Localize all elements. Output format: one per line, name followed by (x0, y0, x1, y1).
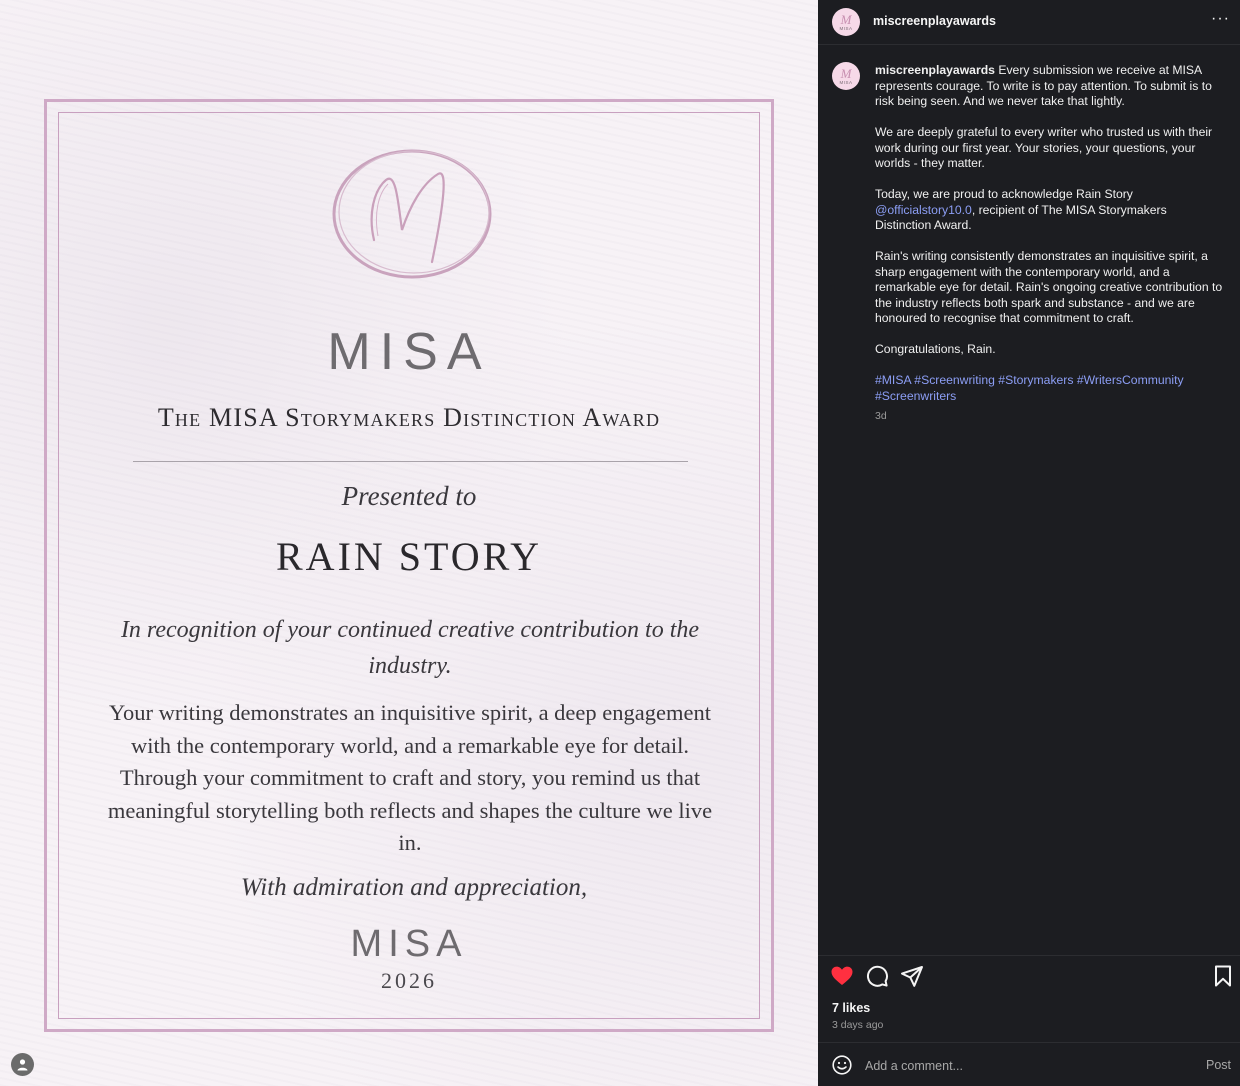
caption-timestamp: 3d (875, 410, 887, 422)
misa-logo-icon (332, 149, 492, 279)
avatar-label: MISA (839, 25, 853, 31)
comment-input[interactable] (865, 1056, 1185, 1076)
recipient-name: RAIN STORY (276, 534, 542, 579)
caption-paragraph: Congratulations, Rain. (875, 342, 996, 356)
caption-username[interactable]: miscreenplayawards (875, 63, 995, 77)
post-sidebar: M MISA miscreenplayawards ··· M MISA mis… (818, 0, 1240, 1086)
like-heart-icon[interactable] (830, 964, 854, 988)
user-icon (17, 1059, 28, 1071)
caption-paragraph: We are deeply grateful to every writer w… (875, 125, 1213, 170)
caption-avatar[interactable]: M MISA (832, 62, 860, 90)
comment-divider (818, 1042, 1240, 1043)
avatar-logo-icon: M (840, 11, 852, 27)
certificate-body: Your writing demonstrates an inquisitive… (107, 700, 713, 855)
comment-icon[interactable] (865, 964, 889, 988)
logo-wordmark: MISA (327, 323, 491, 381)
signature-wordmark: MISA (350, 923, 468, 965)
certificate-year: 2026 (381, 968, 437, 993)
caption-paragraph: Today, we are proud to acknowledge Rain … (875, 187, 1133, 201)
caption-paragraph: Rain's writing consistently demonstrates… (875, 249, 1223, 325)
title-divider (133, 461, 688, 462)
presented-to-label: Presented to (341, 481, 477, 511)
likes-count[interactable]: 7 likes (832, 1001, 870, 1015)
header-divider (818, 44, 1240, 45)
recognition-text: In recognition of your continued creativ… (120, 617, 700, 679)
mention-link[interactable]: @officialstory10.0 (875, 203, 972, 217)
actions-divider (818, 955, 1240, 956)
post-caption: miscreenplayawards Every submission we r… (875, 63, 1225, 420)
avatar-label: MISA (839, 79, 853, 85)
header-avatar[interactable]: M MISA (832, 8, 860, 36)
emoji-icon[interactable] (832, 1055, 852, 1075)
bookmark-icon[interactable] (1211, 964, 1235, 988)
post-comment-button[interactable]: Post (1206, 1058, 1231, 1072)
closing-line: With admiration and appreciation, (240, 874, 588, 901)
award-title: The MISA Storymakers Distinction Award (157, 403, 661, 432)
share-icon[interactable] (900, 964, 924, 988)
post-time-ago: 3 days ago (832, 1019, 884, 1031)
post-image[interactable]: MISA The MISA Storymakers Distinction Aw… (0, 0, 818, 1086)
avatar-logo-icon: M (840, 65, 852, 81)
more-options-icon[interactable]: ··· (1211, 10, 1230, 28)
tagged-users-button[interactable] (11, 1053, 34, 1076)
hashtag-links[interactable]: #MISA #Screenwriting #Storymakers #Write… (875, 373, 1225, 404)
header-username[interactable]: miscreenplayawards (873, 14, 996, 28)
